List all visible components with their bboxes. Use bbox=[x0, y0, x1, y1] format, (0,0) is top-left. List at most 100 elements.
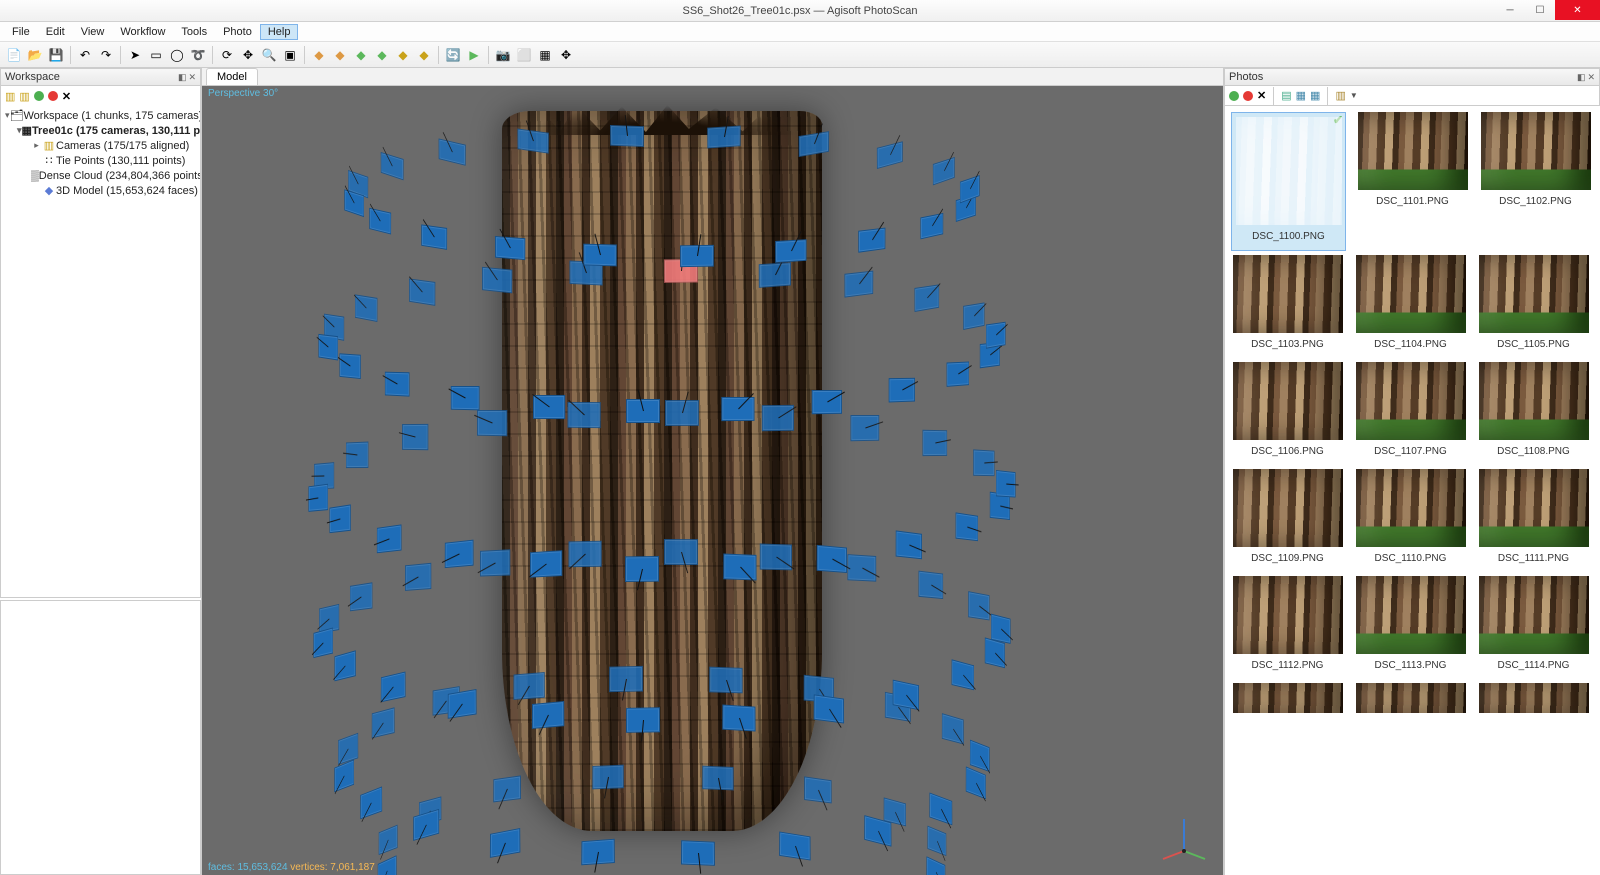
camera-marker[interactable] bbox=[439, 138, 466, 165]
camera-marker[interactable] bbox=[350, 582, 373, 611]
photo-thumbnail[interactable]: ✔DSC_1114.PNG bbox=[1477, 576, 1590, 679]
remove-photo-icon[interactable]: ✕ bbox=[1257, 89, 1266, 102]
toolbar-feat2-icon[interactable]: ◆ bbox=[330, 45, 350, 65]
camera-marker[interactable] bbox=[448, 689, 477, 719]
tree-root[interactable]: ▾🗂 Workspace (1 chunks, 175 cameras) bbox=[1, 108, 200, 123]
camera-marker[interactable] bbox=[799, 131, 829, 157]
camera-marker[interactable] bbox=[927, 856, 946, 875]
camera-marker[interactable] bbox=[991, 613, 1011, 643]
toolbar-redo-icon[interactable]: ↷ bbox=[96, 45, 116, 65]
toolbar-play-icon[interactable]: ▶ bbox=[464, 45, 484, 65]
camera-marker[interactable] bbox=[381, 152, 404, 180]
camera-marker[interactable] bbox=[421, 224, 447, 249]
toolbar-feat1-icon[interactable]: ◆ bbox=[309, 45, 329, 65]
camera-marker[interactable] bbox=[664, 539, 698, 565]
camera-marker[interactable] bbox=[779, 832, 811, 861]
add-chunk-icon[interactable]: ▥ bbox=[5, 90, 15, 103]
camera-marker[interactable] bbox=[947, 361, 969, 386]
camera-marker[interactable] bbox=[309, 483, 329, 511]
camera-marker[interactable] bbox=[889, 378, 915, 403]
remove-icon[interactable]: ✕ bbox=[62, 90, 71, 103]
camera-marker[interactable] bbox=[378, 825, 397, 855]
camera-marker[interactable] bbox=[847, 554, 876, 582]
camera-marker[interactable] bbox=[530, 551, 562, 578]
toolbar-pan-icon[interactable]: ✥ bbox=[238, 45, 258, 65]
camera-marker[interactable] bbox=[915, 285, 940, 313]
camera-marker[interactable] bbox=[844, 271, 873, 298]
camera-marker[interactable] bbox=[610, 125, 644, 147]
camera-marker[interactable] bbox=[338, 732, 358, 764]
camera-marker[interactable] bbox=[804, 776, 832, 803]
photo-thumbnail[interactable]: ✔DSC_1100.PNG bbox=[1231, 112, 1346, 251]
toolbar-save-icon[interactable]: 💾 bbox=[46, 45, 66, 65]
camera-marker[interactable] bbox=[451, 386, 480, 410]
camera-marker[interactable] bbox=[923, 430, 948, 456]
toolbar-feat5-icon[interactable]: ◆ bbox=[393, 45, 413, 65]
camera-marker[interactable] bbox=[482, 267, 512, 294]
camera-marker[interactable] bbox=[477, 410, 507, 436]
camera-marker[interactable] bbox=[758, 262, 790, 288]
camera-marker[interactable] bbox=[681, 841, 715, 867]
photo-thumbnail[interactable]: ✔DSC_1109.PNG bbox=[1231, 469, 1344, 572]
camera-marker[interactable] bbox=[850, 415, 879, 441]
camera-marker[interactable] bbox=[335, 651, 356, 682]
toolbar-zoom-icon[interactable]: 🔍 bbox=[259, 45, 279, 65]
camera-marker[interactable] bbox=[896, 531, 922, 560]
camera-marker[interactable] bbox=[933, 157, 955, 185]
toolbar-cam-icon[interactable]: 📷 bbox=[493, 45, 513, 65]
photo-thumbnail[interactable]: ✔ bbox=[1354, 683, 1467, 713]
toolbar-nav-icon[interactable]: ➤ bbox=[125, 45, 145, 65]
menu-help[interactable]: Help bbox=[260, 24, 299, 40]
photo-thumbnail[interactable]: ✔DSC_1103.PNG bbox=[1231, 255, 1344, 358]
window-maximize-button[interactable]: ☐ bbox=[1525, 0, 1555, 20]
photo-thumbnail[interactable]: ✔DSC_1110.PNG bbox=[1354, 469, 1467, 572]
camera-marker[interactable] bbox=[625, 556, 659, 582]
toolbar-feat6-icon[interactable]: ◆ bbox=[414, 45, 434, 65]
toolbar-rot-icon[interactable]: ⟳ bbox=[217, 45, 237, 65]
photo-thumbnail[interactable]: ✔DSC_1111.PNG bbox=[1477, 469, 1590, 572]
camera-marker[interactable] bbox=[723, 554, 756, 581]
camera-marker[interactable] bbox=[762, 404, 794, 430]
camera-marker[interactable] bbox=[709, 666, 742, 693]
camera-marker[interactable] bbox=[567, 402, 600, 428]
3d-viewport[interactable]: Perspective 30° faces: 15,653,624 vertic… bbox=[202, 86, 1223, 875]
photo-thumbnail[interactable]: ✔DSC_1105.PNG bbox=[1477, 255, 1590, 358]
camera-marker[interactable] bbox=[956, 513, 979, 542]
camera-marker[interactable] bbox=[513, 672, 544, 700]
tree-tiepoints[interactable]: ∷ Tie Points (130,111 points) bbox=[1, 153, 200, 168]
camera-marker[interactable] bbox=[919, 570, 944, 598]
axis-gizmo[interactable] bbox=[1159, 811, 1209, 861]
camera-marker[interactable] bbox=[402, 423, 428, 449]
camera-marker[interactable] bbox=[490, 828, 520, 858]
toolbar-refresh-icon[interactable]: 🔄 bbox=[443, 45, 463, 65]
photo-thumbnail[interactable]: ✔ bbox=[1231, 683, 1344, 713]
panel-float-icon[interactable]: ◧ bbox=[178, 72, 187, 83]
camera-marker[interactable] bbox=[722, 704, 755, 731]
camera-marker[interactable] bbox=[996, 470, 1016, 498]
camera-marker[interactable] bbox=[330, 505, 351, 534]
toolbar-new-icon[interactable]: 📄 bbox=[4, 45, 24, 65]
camera-marker[interactable] bbox=[339, 354, 360, 380]
toolbar-open-icon[interactable]: 📂 bbox=[25, 45, 45, 65]
toolbar-undo-icon[interactable]: ↶ bbox=[75, 45, 95, 65]
menu-view[interactable]: View bbox=[73, 24, 113, 40]
camera-marker[interactable] bbox=[405, 563, 431, 591]
enable-icon[interactable] bbox=[34, 91, 44, 101]
menu-file[interactable]: File bbox=[4, 24, 38, 40]
camera-marker[interactable] bbox=[381, 672, 406, 703]
camera-marker[interactable] bbox=[665, 400, 699, 426]
menu-edit[interactable]: Edit bbox=[38, 24, 73, 40]
menu-dropdown-icon[interactable]: ▼ bbox=[1350, 91, 1358, 100]
camera-marker[interactable] bbox=[445, 540, 474, 568]
camera-marker[interactable] bbox=[721, 397, 754, 421]
tree-chunk[interactable]: ▾▦ Tree01c (175 cameras, 130,111 points) bbox=[1, 123, 200, 138]
camera-marker[interactable] bbox=[377, 524, 402, 553]
camera-marker[interactable] bbox=[760, 543, 792, 570]
menu-workflow[interactable]: Workflow bbox=[112, 24, 173, 40]
add-photos-icon[interactable]: ▥ bbox=[19, 90, 29, 103]
view-mode-icon[interactable]: ▥ bbox=[1335, 89, 1345, 102]
workspace-tree[interactable]: ▾🗂 Workspace (1 chunks, 175 cameras) ▾▦ … bbox=[0, 106, 201, 598]
camera-marker[interactable] bbox=[920, 212, 943, 238]
camera-marker[interactable] bbox=[968, 591, 989, 620]
photo-thumbnail[interactable]: ✔DSC_1101.PNG bbox=[1356, 112, 1469, 251]
